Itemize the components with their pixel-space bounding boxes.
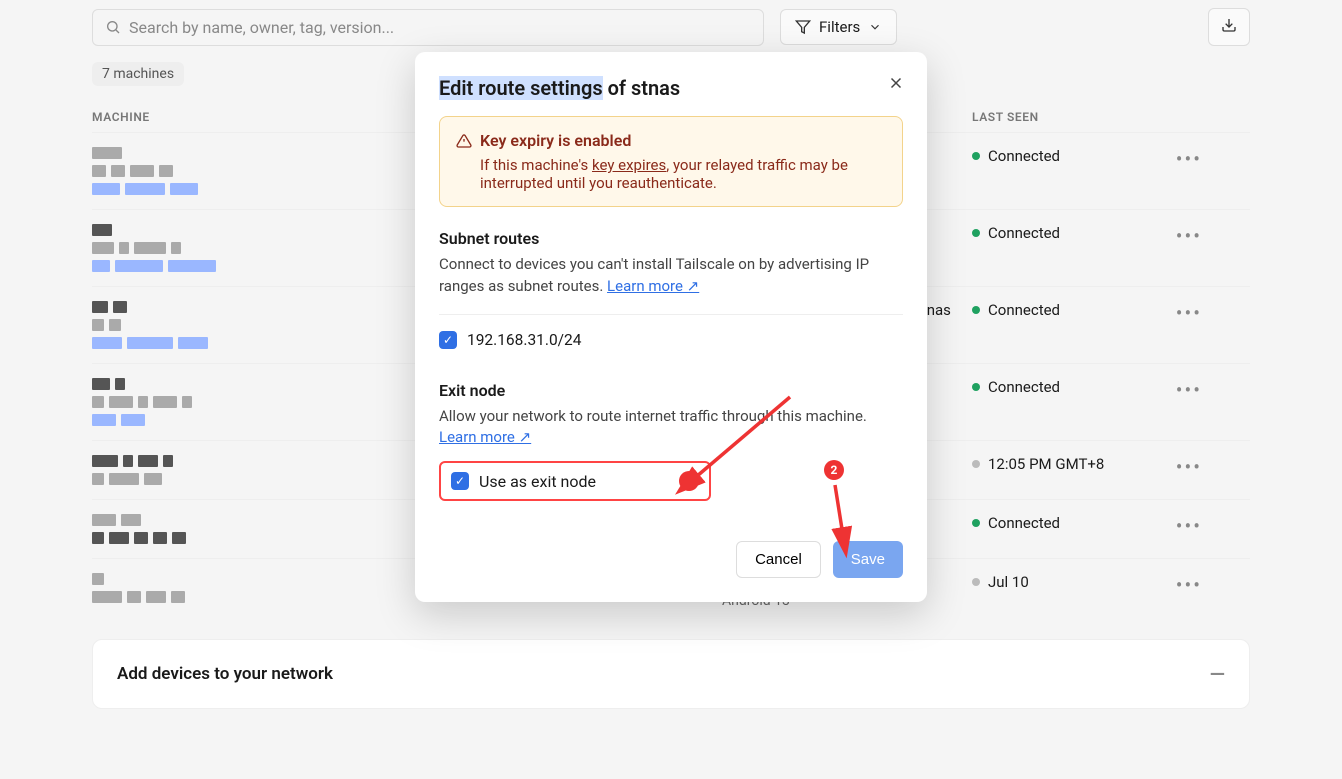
row-menu-button[interactable]: ••• xyxy=(1142,573,1202,597)
subnet-routes-title: Subnet routes xyxy=(439,229,903,248)
checkbox-checked-icon[interactable]: ✓ xyxy=(439,331,457,349)
last-seen-text: Connected xyxy=(988,514,1060,532)
subnet-learn-more-link[interactable]: Learn more ↗ xyxy=(607,277,699,295)
key-expires-link[interactable]: key expires xyxy=(592,156,666,174)
add-devices-label: Add devices to your network xyxy=(117,664,333,684)
search-placeholder: Search by name, owner, tag, version... xyxy=(129,18,394,37)
row-menu-button[interactable]: ••• xyxy=(1142,378,1202,402)
checkbox-checked-icon[interactable]: ✓ xyxy=(451,472,469,490)
status-dot xyxy=(972,306,980,314)
modal-title: Edit route settings of stnas xyxy=(439,76,903,100)
status-dot xyxy=(972,152,980,160)
save-button[interactable]: Save xyxy=(833,541,903,578)
last-seen-text: Connected xyxy=(988,147,1060,165)
exit-learn-more-link[interactable]: Learn more ↗ xyxy=(439,428,531,446)
warning-icon xyxy=(456,133,472,149)
row-menu-button[interactable]: ••• xyxy=(1142,224,1202,248)
key-expiry-alert: Key expiry is enabled If this machine's … xyxy=(439,116,903,207)
last-seen-text: 12:05 PM GMT+8 xyxy=(988,455,1104,473)
chevron-down-icon xyxy=(868,20,882,34)
edit-route-settings-modal: Edit route settings of stnas Key expiry … xyxy=(415,52,927,602)
alert-title: Key expiry is enabled xyxy=(480,131,631,150)
status-dot xyxy=(972,578,980,586)
filter-icon xyxy=(795,19,811,35)
close-button[interactable] xyxy=(887,74,905,97)
exit-node-desc: Allow your network to route internet tra… xyxy=(439,407,867,425)
last-seen-text: Jul 10 xyxy=(988,573,1029,591)
status-dot xyxy=(972,519,980,527)
cancel-button[interactable]: Cancel xyxy=(736,541,821,578)
divider xyxy=(439,314,903,315)
exit-node-title: Exit node xyxy=(439,381,903,400)
add-devices-banner[interactable]: Add devices to your network — xyxy=(92,639,1250,709)
row-menu-button[interactable]: ••• xyxy=(1142,301,1202,325)
exit-node-checkbox-label: Use as exit node xyxy=(479,472,596,491)
download-button[interactable] xyxy=(1208,8,1250,46)
subnet-route-value: 192.168.31.0/24 xyxy=(467,331,581,349)
search-icon xyxy=(105,19,121,35)
status-dot xyxy=(972,229,980,237)
filters-button[interactable]: Filters xyxy=(780,9,897,45)
modal-title-suffix: of stnas xyxy=(603,76,681,100)
filters-label: Filters xyxy=(819,18,860,36)
col-last-seen: LAST SEEN xyxy=(972,110,1142,124)
last-seen-text: Connected xyxy=(988,378,1060,396)
use-as-exit-node-row[interactable]: ✓ Use as exit node 1 xyxy=(439,461,711,501)
machine-count-pill: 7 machines xyxy=(92,62,184,86)
search-input[interactable]: Search by name, owner, tag, version... xyxy=(92,9,764,46)
status-dot xyxy=(972,383,980,391)
annotation-step-1: 1 xyxy=(679,471,699,491)
modal-title-highlight: Edit route settings xyxy=(439,76,603,100)
last-seen-text: Connected xyxy=(988,301,1060,319)
collapse-icon[interactable]: — xyxy=(1210,662,1225,686)
row-menu-button[interactable]: ••• xyxy=(1142,455,1202,479)
subnet-route-row[interactable]: ✓ 192.168.31.0/24 xyxy=(439,331,903,349)
alert-body-prefix: If this machine's xyxy=(480,156,592,174)
status-dot xyxy=(972,460,980,468)
row-menu-button[interactable]: ••• xyxy=(1142,514,1202,538)
row-menu-button[interactable]: ••• xyxy=(1142,147,1202,171)
last-seen-text: Connected xyxy=(988,224,1060,242)
download-icon xyxy=(1221,17,1237,33)
